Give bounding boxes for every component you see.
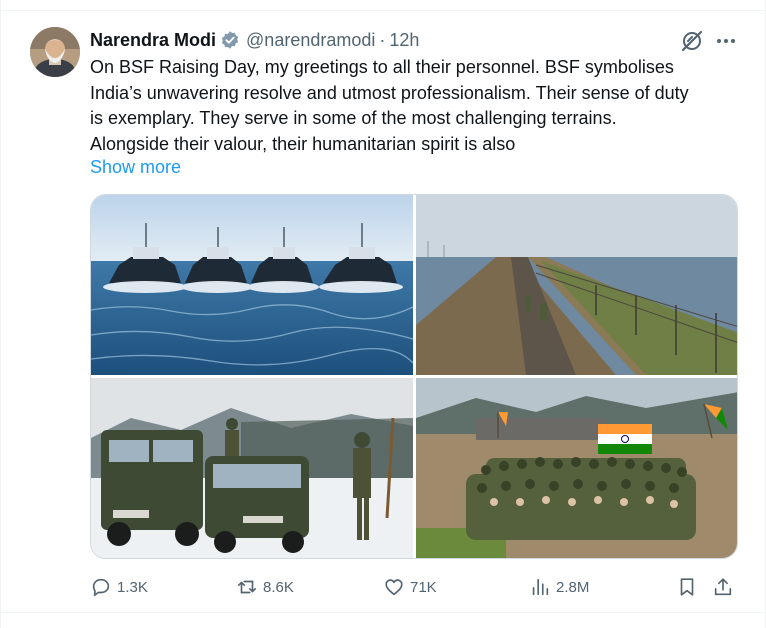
tweet-text-line: is exemplary. They serve in some of the … <box>90 108 617 128</box>
views-chart-icon <box>532 578 549 596</box>
like-count: 71K <box>410 578 437 596</box>
repost-button[interactable]: 8.6K <box>236 571 294 603</box>
reply-button[interactable]: 1.3K <box>90 571 148 603</box>
repost-count: 8.6K <box>263 578 294 596</box>
heart-icon <box>385 579 403 596</box>
tweet-text-line: On BSF Raising Day, my greetings to all … <box>90 57 674 77</box>
like-button[interactable]: 71K <box>383 571 437 603</box>
avatar[interactable] <box>30 27 80 77</box>
more-dots-icon[interactable] <box>713 28 739 54</box>
views-count: 2.8M <box>556 578 590 596</box>
separator-dot: · <box>379 29 386 50</box>
author-handle[interactable]: @narendramodi <box>246 30 375 51</box>
bookmark-button[interactable] <box>676 571 698 603</box>
action-bar: 1.3K 8.6K 71K 2.8M <box>90 571 740 603</box>
author-name[interactable]: Narendra Modi <box>90 30 216 51</box>
timestamp[interactable]: 12h <box>389 30 419 51</box>
tweet-text-line: India’s unwavering resolve and utmost pr… <box>90 82 689 103</box>
reply-count: 1.3K <box>117 578 148 596</box>
photo-snow-vehicles[interactable] <box>91 378 413 558</box>
repost-icon <box>237 580 257 594</box>
tweet-header: Narendra Modi @narendramodi · 12h <box>90 29 419 51</box>
views-button[interactable]: 2.8M <box>529 571 589 603</box>
media-grid <box>90 194 738 559</box>
share-icon <box>714 578 732 596</box>
show-more-link[interactable]: Show more <box>90 157 181 178</box>
bookmark-icon <box>680 578 694 596</box>
tweet-text-line: Alongside their valour, their humanitari… <box>90 133 516 154</box>
tweet-text: On BSF Raising Day, my greetings to all … <box>90 55 740 157</box>
photo-group-with-flags[interactable] <box>416 378 737 558</box>
photo-patrol-boats[interactable] <box>91 195 413 375</box>
reply-icon <box>92 578 110 597</box>
tweet[interactable]: Narendra Modi @narendramodi · 12h On BSF… <box>0 11 766 611</box>
share-button[interactable] <box>712 571 734 603</box>
verified-badge-icon[interactable] <box>220 30 240 50</box>
photo-border-fence-patrol[interactable] <box>416 195 737 375</box>
grok-icon[interactable] <box>679 28 705 54</box>
divider-bottom <box>0 612 766 613</box>
